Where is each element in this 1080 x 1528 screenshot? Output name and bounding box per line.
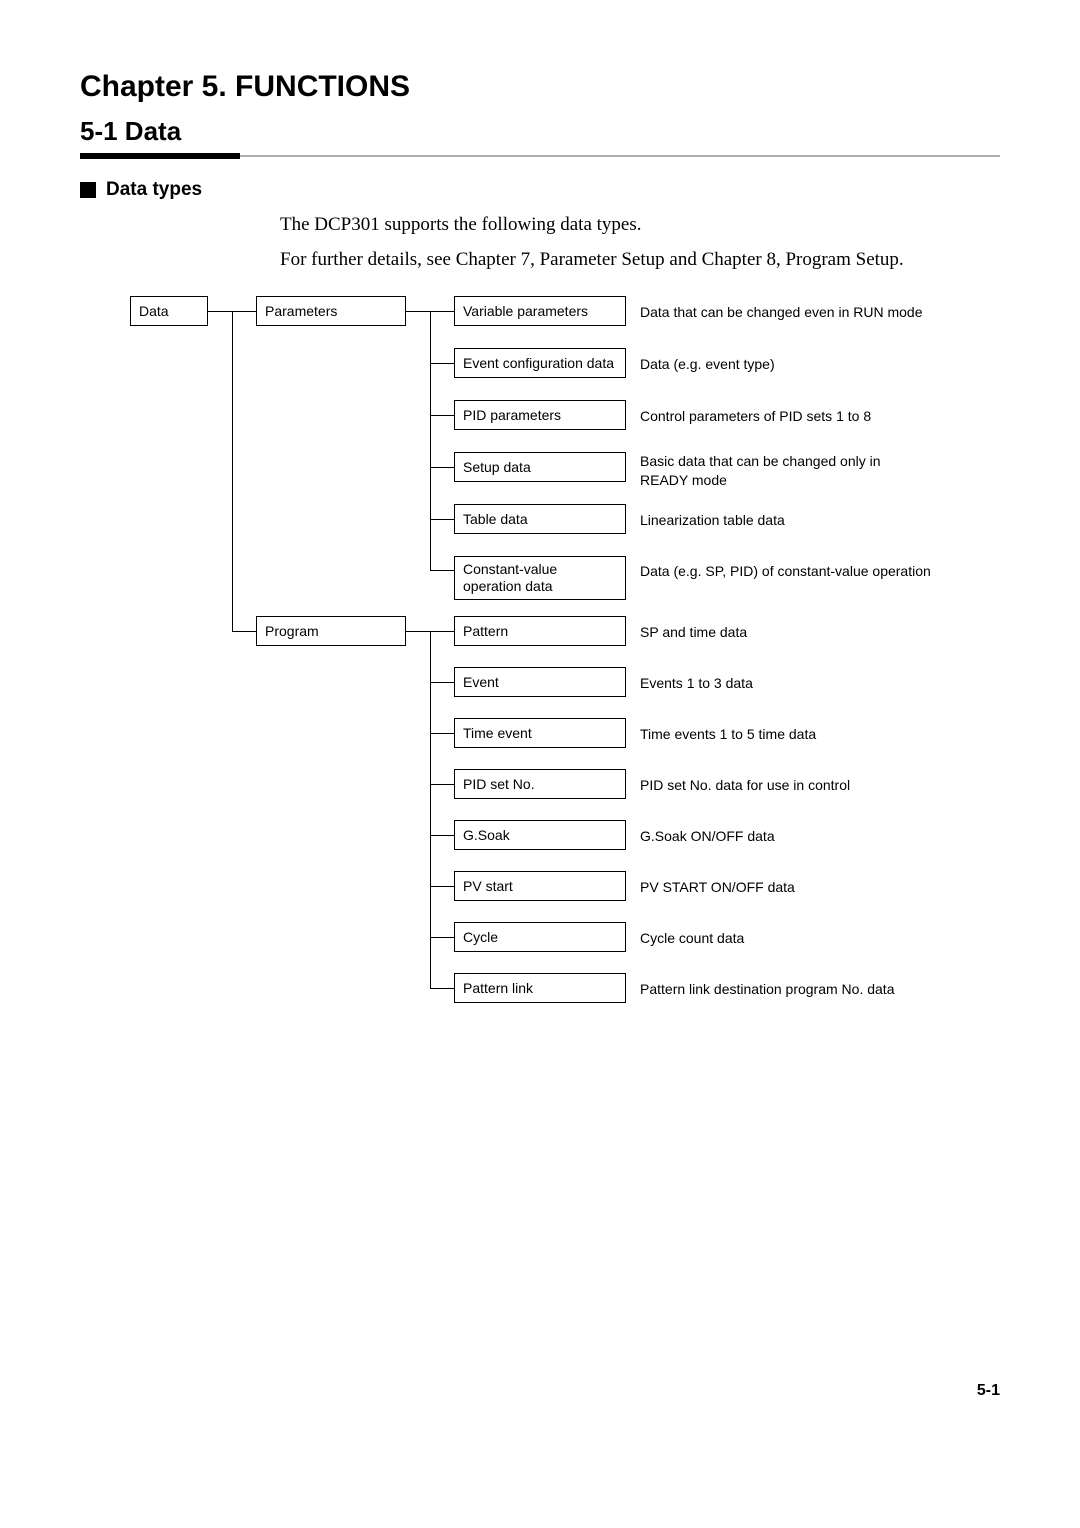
box-event-config: Event configuration data <box>454 348 626 378</box>
desc-pid-set-no: PID set No. data for use in control <box>640 776 970 795</box>
body-line-2: For further details, see Chapter 7, Para… <box>280 246 1000 275</box>
box-cycle: Cycle <box>454 922 626 952</box>
box-program: Program <box>256 616 406 646</box>
desc-event: Events 1 to 3 data <box>640 674 970 693</box>
section-title: 5-1 Data <box>80 116 1000 147</box>
chapter-title: Chapter 5. FUNCTIONS <box>80 70 1000 104</box>
box-data: Data <box>130 296 208 326</box>
desc-table-data: Linearization table data <box>640 511 970 530</box>
desc-variable-parameters: Data that can be changed even in RUN mod… <box>640 303 970 322</box>
subheading: Data types <box>80 179 1000 201</box>
box-pid-parameters: PID parameters <box>454 400 626 430</box>
box-setup-data: Setup data <box>454 452 626 482</box>
box-variable-parameters: Variable parameters <box>454 296 626 326</box>
desc-pid-parameters: Control parameters of PID sets 1 to 8 <box>640 407 970 426</box>
box-gsoak: G.Soak <box>454 820 626 850</box>
desc-pattern: SP and time data <box>640 623 970 642</box>
box-pv-start: PV start <box>454 871 626 901</box>
desc-time-event: Time events 1 to 5 time data <box>640 725 970 744</box>
box-event: Event <box>454 667 626 697</box>
desc-event-config: Data (e.g. event type) <box>640 355 970 374</box>
box-time-event: Time event <box>454 718 626 748</box>
box-pid-set-no: PID set No. <box>454 769 626 799</box>
box-constant-value: Constant-value operation data <box>454 556 626 600</box>
desc-constant-value: Data (e.g. SP, PID) of constant-value op… <box>640 562 980 581</box>
square-bullet-icon <box>80 182 96 198</box>
box-table-data: Table data <box>454 504 626 534</box>
subheading-text: Data types <box>106 179 202 201</box>
desc-cycle: Cycle count data <box>640 929 970 948</box>
box-pattern-link: Pattern link <box>454 973 626 1003</box>
box-pattern: Pattern <box>454 616 626 646</box>
desc-setup-data: Basic data that can be changed only in R… <box>640 452 920 490</box>
desc-pv-start: PV START ON/OFF data <box>640 878 970 897</box>
body-line-1: The DCP301 supports the following data t… <box>280 211 1000 240</box>
desc-gsoak: G.Soak ON/OFF data <box>640 827 970 846</box>
page-number: 5-1 <box>977 1382 1000 1400</box>
data-types-diagram: Data Parameters Program Variable paramet… <box>130 296 1000 1036</box>
box-parameters: Parameters <box>256 296 406 326</box>
desc-pattern-link: Pattern link destination program No. dat… <box>640 980 970 999</box>
section-rule <box>80 153 1000 159</box>
